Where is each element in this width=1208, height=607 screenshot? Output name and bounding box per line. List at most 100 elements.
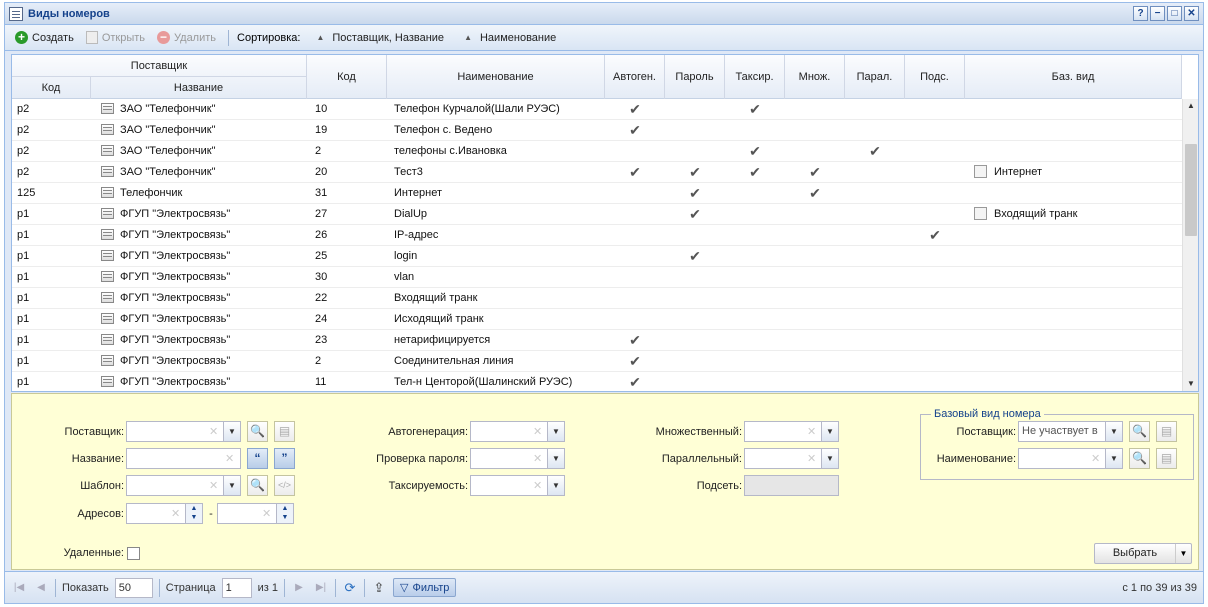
clear-icon[interactable]: ✕ [1091, 452, 1100, 465]
clear-icon[interactable]: ✕ [209, 425, 218, 438]
filter-toggle-button[interactable]: ▽ Фильтр [393, 578, 457, 597]
check-icon: ✔ [629, 332, 641, 348]
prev-page-icon[interactable]: ◀ [33, 582, 49, 593]
open-button[interactable]: Открыть [82, 29, 149, 46]
base-provider-list-button[interactable]: ▤ [1156, 421, 1177, 442]
filter-autogen-combo[interactable]: ✕ ▼ [470, 421, 565, 442]
close-quote-button[interactable]: ” [274, 448, 295, 469]
addresses-from-spinner[interactable]: ✕ ▲ ▼ [126, 503, 203, 524]
grid-vertical-scrollbar[interactable]: ▲ ▼ [1182, 99, 1198, 391]
header-autogen[interactable]: Автоген. [605, 55, 665, 99]
header-provider-name[interactable]: Название [91, 77, 307, 99]
table-row[interactable]: p2 ЗАО "Телефончик" 19 Телефон с. Ведено ✔ [12, 120, 1182, 141]
scroll-down-arrow-icon[interactable]: ▼ [1183, 377, 1198, 391]
filter-multi-combo[interactable]: ✕ ▼ [744, 421, 839, 442]
chevron-down-icon[interactable]: ▼ [547, 449, 564, 468]
help-button[interactable]: ? [1133, 6, 1148, 21]
filter-subnet-input[interactable] [744, 475, 839, 496]
spinner-arrows-icon[interactable]: ▲ ▼ [276, 504, 293, 523]
table-row[interactable]: p1 ФГУП "Электросвязь" 24 Исходящий транк [12, 309, 1182, 330]
header-tariff[interactable]: Таксир. [725, 55, 785, 99]
chevron-down-icon[interactable]: ▼ [223, 422, 240, 441]
provider-search-button[interactable]: 🔍 [247, 421, 268, 442]
chevron-down-icon[interactable]: ▼ [1175, 544, 1191, 563]
header-subnet[interactable]: Подс. [905, 55, 965, 99]
table-row[interactable]: 125 Телефончик 31 Интернет ✔ ✔ [12, 183, 1182, 204]
close-button[interactable]: ✕ [1184, 6, 1199, 21]
table-row[interactable]: p2 ЗАО "Телефончик" 2 телефоны с.Ивановка ✔ ✔ [12, 141, 1182, 162]
table-row[interactable]: p1 ФГУП "Электросвязь" 23 нетарифицируется ✔ [12, 330, 1182, 351]
create-button[interactable]: + Создать [11, 29, 78, 46]
sort-provider-name-button[interactable]: ▲ Поставщик, Название [304, 30, 448, 46]
table-row[interactable]: p1 ФГУП "Электросвязь" 26 IP-адрес ✔ [12, 225, 1182, 246]
filter-parallel-combo[interactable]: ✕ ▼ [744, 448, 839, 469]
delete-button[interactable]: − Удалить [153, 29, 220, 46]
page-size-input[interactable]: 50 [114, 577, 153, 598]
chevron-down-icon[interactable]: ▼ [547, 476, 564, 495]
spinner-arrows-icon[interactable]: ▲ ▼ [185, 504, 202, 523]
table-row[interactable]: p2 ЗАО "Телефончик" 20 Тест3 ✔ ✔ ✔ ✔ Интернет [12, 162, 1182, 183]
deleted-checkbox[interactable] [127, 547, 140, 560]
base-name-list-button[interactable]: ▤ [1156, 448, 1177, 469]
check-icon: ✔ [749, 143, 761, 159]
table-row[interactable]: p1 ФГУП "Электросвязь" 2 Соединительная лин… [12, 351, 1182, 372]
scroll-up-arrow-icon[interactable]: ▲ [1183, 99, 1198, 113]
clear-icon[interactable]: ✕ [225, 452, 234, 465]
clear-icon[interactable]: ✕ [533, 425, 542, 438]
next-page-icon[interactable]: ▶ [291, 582, 307, 593]
template-code-button[interactable]: </> [274, 475, 295, 496]
filter-provider-combo[interactable]: ✕ ▼ [126, 421, 241, 442]
filter-name-input[interactable]: ✕ [126, 448, 241, 469]
table-row[interactable]: p1 ФГУП "Электросвязь" 22 Входящий транк [12, 288, 1182, 309]
open-quote-button[interactable]: “ [247, 448, 268, 469]
chevron-down-icon[interactable]: ▼ [223, 476, 240, 495]
last-page-icon[interactable]: ▶| [313, 582, 329, 593]
table-row[interactable]: p1 ФГУП "Электросвязь" 11 Тел-н Центорой(Ша… [12, 372, 1182, 391]
table-row[interactable]: p1 ФГУП "Электросвязь" 25 login ✔ [12, 246, 1182, 267]
header-base[interactable]: Баз. вид [965, 55, 1182, 99]
header-multi[interactable]: Множ. [785, 55, 845, 99]
chevron-down-icon[interactable]: ▼ [1105, 449, 1122, 468]
table-row[interactable]: p2 ЗАО "Телефончик" 10 Телефон Курчалой(Шал… [12, 99, 1182, 120]
chevron-down-icon[interactable]: ▼ [821, 449, 838, 468]
clear-icon[interactable]: ✕ [209, 479, 218, 492]
filter-password-combo[interactable]: ✕ ▼ [470, 448, 565, 469]
sort-title-button[interactable]: ▲ Наименование [452, 30, 560, 46]
delete-label: Удалить [174, 31, 217, 44]
base-provider-search-button[interactable]: 🔍 [1129, 421, 1150, 442]
chevron-down-icon[interactable]: ▼ [547, 422, 564, 441]
filter-tariff-combo[interactable]: ✕ ▼ [470, 475, 565, 496]
first-page-icon[interactable]: |◀ [11, 582, 27, 593]
header-parallel[interactable]: Парал. [845, 55, 905, 99]
window-titlebar[interactable]: Виды номеров ? − □ ✕ [5, 3, 1203, 25]
header-password[interactable]: Пароль [665, 55, 725, 99]
header-title[interactable]: Наименование [387, 55, 605, 99]
clear-icon[interactable]: ✕ [171, 507, 180, 520]
filter-template-combo[interactable]: ✕ ▼ [126, 475, 241, 496]
clear-icon[interactable]: ✕ [533, 479, 542, 492]
minimize-button[interactable]: − [1150, 6, 1165, 21]
chevron-down-icon[interactable]: ▼ [821, 422, 838, 441]
provider-list-button[interactable]: ▤ [274, 421, 295, 442]
maximize-button[interactable]: □ [1167, 6, 1182, 21]
base-provider-combo[interactable]: Не участвует в ▼ [1018, 421, 1123, 442]
clear-icon[interactable]: ✕ [533, 452, 542, 465]
header-code[interactable]: Код [307, 55, 387, 99]
select-split-button[interactable]: Выбрать ▼ [1094, 543, 1192, 564]
scroll-thumb[interactable] [1185, 144, 1197, 236]
clear-icon[interactable]: ✕ [262, 507, 271, 520]
clear-icon[interactable]: ✕ [807, 452, 816, 465]
clear-icon[interactable]: ✕ [807, 425, 816, 438]
header-provider-code[interactable]: Код [12, 77, 91, 99]
addresses-to-spinner[interactable]: ✕ ▲ ▼ [217, 503, 294, 524]
cell-provider-name: ФГУП "Электросвязь" [96, 288, 307, 308]
template-search-button[interactable]: 🔍 [247, 475, 268, 496]
table-row[interactable]: p1 ФГУП "Электросвязь" 27 DialUp ✔ Входящий т… [12, 204, 1182, 225]
table-row[interactable]: p1 ФГУП "Электросвязь" 30 vlan [12, 267, 1182, 288]
base-name-search-button[interactable]: 🔍 [1129, 448, 1150, 469]
refresh-icon[interactable]: ⟳ [342, 580, 358, 596]
page-number-input[interactable]: 1 [221, 577, 252, 598]
export-icon[interactable]: ⇪ [371, 580, 387, 596]
base-name-combo[interactable]: ✕ ▼ [1018, 448, 1123, 469]
chevron-down-icon[interactable]: ▼ [1105, 422, 1122, 441]
